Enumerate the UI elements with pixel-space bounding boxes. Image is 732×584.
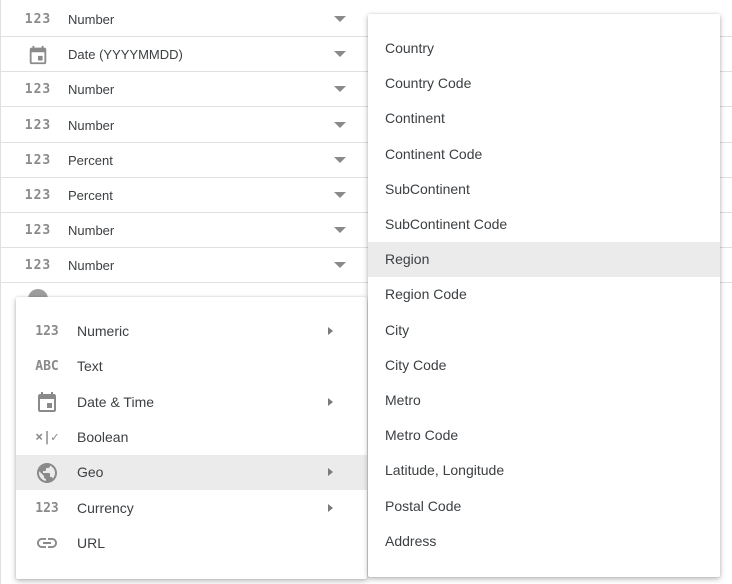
field-type-label: Percent	[68, 188, 113, 203]
geo-menu-label: Postal Code	[385, 497, 462, 514]
geo-menu-item-metro[interactable]: Metro	[368, 383, 720, 418]
geo-menu-label: SubContinent	[385, 180, 470, 197]
type-menu-item-text[interactable]: ABC Text	[16, 349, 367, 384]
numeric-icon: 123	[24, 223, 52, 239]
type-menu-label: URL	[77, 534, 106, 551]
globe-icon	[30, 455, 64, 490]
field-type-label: Number	[68, 117, 115, 133]
type-menu-item-boolean[interactable]: ×|✓ Boolean	[16, 420, 367, 455]
type-menu-item-numeric[interactable]: 123 Numeric	[16, 314, 367, 349]
geo-menu-label: Region Code	[385, 286, 467, 303]
dropdown-arrow-icon[interactable]	[334, 262, 346, 269]
field-type-label: Number	[68, 258, 115, 274]
type-menu-label: Date & Time	[77, 393, 155, 410]
geo-menu-label: SubContinent Code	[385, 216, 508, 232]
geo-menu-item-region-code[interactable]: Region Code	[368, 277, 720, 312]
type-menu-label: Numeric	[77, 323, 130, 339]
geo-menu-item-metro-code[interactable]: Metro Code	[368, 418, 720, 453]
numeric-icon: 123	[35, 500, 59, 516]
boolean-icon: ×|✓	[35, 429, 59, 445]
geo-menu-item-latitude-longitude[interactable]: Latitude, Longitude	[368, 453, 720, 488]
field-type-label: Percent	[68, 152, 113, 168]
submenu-arrow-icon	[328, 327, 333, 335]
dropdown-arrow-icon[interactable]	[334, 86, 346, 93]
geo-menu-label: Region	[385, 251, 430, 268]
submenu-arrow-icon	[328, 503, 333, 512]
field-type-menu: 123 Numeric ABC Text Date & Time ×|✓ Boolean Ge…	[16, 297, 367, 579]
geo-menu-item-continent-code[interactable]: Continent Code	[368, 137, 720, 172]
geo-menu-item-region[interactable]: Region	[368, 242, 720, 278]
numeric-icon: 123	[24, 188, 52, 203]
geo-menu-item-subcontinent[interactable]: SubContinent	[368, 172, 720, 207]
type-menu-item-url[interactable]: URL	[16, 526, 367, 561]
numeric-icon: 123	[24, 12, 52, 27]
type-menu-item-currency[interactable]: 123 Currency	[16, 491, 367, 526]
geo-menu-label: Metro Code	[385, 427, 459, 444]
geo-menu-label: Metro	[385, 392, 421, 408]
geo-menu-label: Latitude, Longitude	[385, 462, 505, 479]
geo-menu-item-country[interactable]: Country	[368, 31, 720, 66]
dropdown-arrow-icon[interactable]	[334, 121, 346, 128]
text-icon: ABC	[35, 359, 59, 375]
field-type-label: Number	[68, 12, 115, 27]
type-menu-item-date-time[interactable]: Date & Time	[16, 385, 367, 420]
type-menu-label: Currency	[77, 499, 134, 516]
link-icon	[30, 526, 64, 561]
submenu-arrow-icon	[328, 397, 333, 406]
geo-menu-label: Country Code	[385, 75, 472, 92]
geo-menu-label: City	[385, 321, 410, 338]
geo-menu-label: Address	[385, 532, 437, 549]
geo-menu-label: Country	[385, 40, 435, 56]
numeric-icon: 123	[35, 324, 59, 339]
geo-menu-item-subcontinent-code[interactable]: SubContinent Code	[368, 207, 720, 242]
type-menu-item-geo[interactable]: Geo	[16, 455, 367, 491]
field-type-label: Date (YYYYMMDD)	[68, 47, 183, 63]
type-menu-label: Boolean	[77, 428, 129, 445]
numeric-icon: 123	[24, 117, 52, 133]
numeric-icon: 123	[24, 258, 52, 274]
dropdown-arrow-icon[interactable]	[334, 51, 346, 58]
dropdown-arrow-icon[interactable]	[334, 192, 346, 198]
geo-menu-item-country-code[interactable]: Country Code	[368, 66, 720, 101]
dropdown-arrow-icon[interactable]	[334, 156, 346, 163]
submenu-arrow-icon	[328, 468, 333, 477]
numeric-icon: 123	[24, 152, 52, 168]
numeric-icon: 123	[24, 82, 52, 98]
field-type-label: Number	[68, 223, 115, 239]
field-type-label: Number	[68, 82, 115, 98]
geo-menu-item-continent[interactable]: Continent	[368, 101, 720, 136]
geo-menu-item-address[interactable]: Address	[368, 524, 720, 559]
dropdown-arrow-icon[interactable]	[334, 227, 346, 234]
dropdown-arrow-icon[interactable]	[334, 16, 346, 22]
type-menu-label: Text	[77, 358, 103, 375]
calendar-icon	[24, 37, 52, 72]
geo-menu-label: Continent Code	[385, 145, 483, 162]
geo-menu-label: Continent	[385, 110, 445, 127]
calendar-icon	[30, 385, 64, 420]
geo-submenu: Country Country Code Continent Continent Co…	[368, 14, 720, 577]
geo-menu-item-city[interactable]: City	[368, 313, 720, 348]
type-menu-label: Geo	[77, 464, 104, 481]
geo-menu-label: City Code	[385, 356, 447, 373]
geo-menu-item-city-code[interactable]: City Code	[368, 348, 720, 383]
geo-menu-item-postal-code[interactable]: Postal Code	[368, 489, 720, 524]
